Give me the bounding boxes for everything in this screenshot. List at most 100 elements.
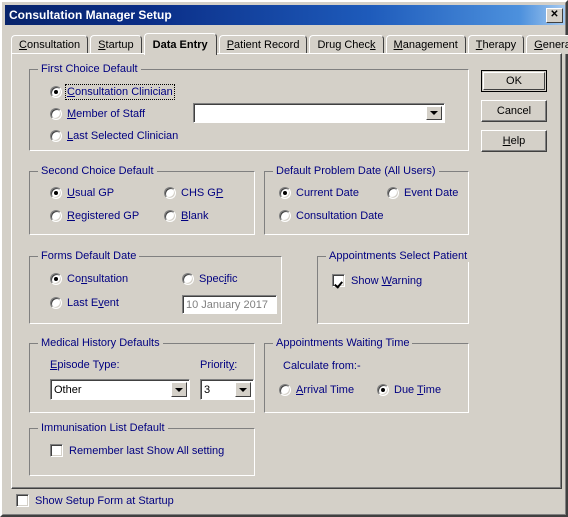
radio-consultation-clinician-label: Consultation Clinician: [65, 84, 175, 100]
checkbox-show-setup-form-label: Show Setup Form at Startup: [35, 494, 174, 507]
radio-consultation-date-label: Consultation Date: [296, 210, 384, 222]
chevron-down-icon[interactable]: [426, 106, 442, 120]
group-appointments-select-patient-title: Appointments Select Patient: [326, 250, 471, 262]
member-of-staff-combo[interactable]: [193, 103, 445, 123]
group-medical-history-defaults: Medical History Defaults Episode Type: O…: [29, 337, 255, 413]
radio-consultation-clinician-dot: [50, 86, 62, 98]
radio-registered-gp-dot: [50, 210, 62, 222]
radio-usual-gp[interactable]: Usual GP: [50, 187, 114, 199]
radio-forms-specific[interactable]: Specific: [182, 273, 238, 285]
radio-current-date-label: Current Date: [296, 187, 359, 199]
radio-arrival-time-dot: [279, 384, 291, 396]
episode-type-label: Episode Type:: [50, 359, 120, 371]
tab-management[interactable]: Management: [385, 35, 466, 54]
group-appointments-select-patient: Appointments Select Patient Show Warning: [317, 250, 471, 324]
radio-last-selected-clinician-dot: [50, 130, 62, 142]
group-medical-history-defaults-title: Medical History Defaults: [38, 337, 163, 349]
tab-startup-accel: S: [98, 39, 106, 51]
checkbox-show-setup-form-at-startup[interactable]: Show Setup Form at Startup: [16, 494, 174, 507]
checkbox-remember-show-all-box: [50, 444, 63, 457]
radio-blank[interactable]: Blank: [164, 210, 209, 222]
radio-member-of-staff-label: Member of Staff: [67, 108, 146, 120]
radio-forms-last-event[interactable]: Last Event: [50, 297, 119, 309]
radio-arrival-time[interactable]: Arrival Time: [279, 384, 354, 396]
group-first-choice-default-title: First Choice Default: [38, 63, 141, 75]
group-forms-default-date: Forms Default Date Consultation Specific…: [29, 250, 282, 324]
cancel-button[interactable]: Cancel: [481, 100, 547, 122]
group-second-choice-default-title: Second Choice Default: [38, 165, 157, 177]
group-immunisation-list-default-title: Immunisation List Default: [38, 422, 168, 434]
radio-registered-gp[interactable]: Registered GP: [50, 210, 139, 222]
radio-due-time-dot: [377, 384, 389, 396]
tab-therapy[interactable]: Therapy: [467, 35, 525, 54]
radio-chs-gp-label: CHS GP: [181, 187, 224, 199]
radio-forms-last-event-dot: [50, 297, 62, 309]
radio-event-date[interactable]: Event Date: [387, 187, 458, 199]
tab-startup[interactable]: Startup: [90, 35, 142, 54]
group-appointments-waiting-time: Appointments Waiting Time Calculate from…: [264, 337, 469, 413]
chevron-down-icon[interactable]: [171, 382, 187, 397]
radio-current-date-dot: [279, 187, 291, 199]
radio-forms-specific-label: Specific: [199, 273, 238, 285]
radio-event-date-label: Event Date: [404, 187, 459, 199]
episode-type-value: Other: [54, 383, 82, 396]
tab-patient-record[interactable]: Patient Record: [218, 35, 308, 54]
tab-management-accel: M: [393, 39, 403, 51]
radio-due-time[interactable]: Due Time: [377, 384, 441, 396]
dialog-window: Consultation Manager Setup ✕ Consultatio…: [0, 0, 568, 517]
window-title: Consultation Manager Setup: [9, 8, 172, 22]
radio-usual-gp-dot: [50, 187, 62, 199]
radio-usual-gp-label: Usual GP: [67, 187, 115, 199]
tab-panel-inner: First Choice Default Consultation Clinic…: [12, 54, 561, 488]
group-default-problem-date-title: Default Problem Date (All Users): [273, 165, 439, 177]
radio-consultation-date-dot: [279, 210, 291, 222]
tab-strip: Consultation Startup Data Entry Patient …: [11, 33, 568, 55]
chevron-down-icon[interactable]: [235, 382, 251, 397]
close-button[interactable]: ✕: [546, 7, 563, 23]
checkbox-remember-show-all[interactable]: Remember last Show All setting: [50, 444, 224, 457]
radio-chs-gp[interactable]: CHS GP: [164, 187, 223, 199]
radio-member-of-staff-dot: [50, 108, 62, 120]
tab-therapy-accel: T: [475, 39, 483, 51]
tab-data-entry[interactable]: Data Entry: [143, 33, 217, 55]
priority-combo[interactable]: 3: [200, 379, 254, 400]
radio-event-date-dot: [387, 187, 399, 199]
specific-date-value: 10 January 2017: [186, 298, 268, 311]
radio-arrival-time-label: Arrival Time: [296, 384, 355, 396]
title-bar[interactable]: Consultation Manager Setup ✕: [5, 5, 565, 25]
group-appointments-waiting-time-title: Appointments Waiting Time: [273, 337, 413, 349]
episode-type-combo[interactable]: Other: [50, 379, 190, 400]
ok-button[interactable]: OK: [481, 70, 547, 92]
tab-patient-record-accel: P: [226, 39, 235, 51]
radio-forms-last-event-label: Last Event: [67, 297, 119, 309]
radio-chs-gp-dot: [164, 187, 176, 199]
group-first-choice-default: First Choice Default Consultation Clinic…: [29, 63, 469, 151]
radio-consultation-clinician[interactable]: Consultation Clinician: [50, 84, 175, 100]
close-icon: ✕: [550, 9, 559, 20]
checkbox-remember-show-all-label: Remember last Show All setting: [69, 444, 225, 457]
radio-forms-consultation[interactable]: Consultation: [50, 273, 128, 285]
checkbox-show-warning[interactable]: Show Warning: [332, 274, 422, 287]
help-button-label: Help: [502, 135, 526, 147]
checkbox-show-setup-form-box: [16, 494, 29, 507]
group-forms-default-date-title: Forms Default Date: [38, 250, 140, 262]
radio-current-date[interactable]: Current Date: [279, 187, 359, 199]
priority-value: 3: [204, 383, 211, 396]
tab-general[interactable]: General: [526, 35, 568, 54]
group-default-problem-date: Default Problem Date (All Users) Current…: [264, 165, 469, 235]
radio-member-of-staff[interactable]: Member of Staff: [50, 108, 145, 120]
group-second-choice-default: Second Choice Default Usual GP CHS GP Re…: [29, 165, 255, 235]
tab-consultation[interactable]: Consultation: [11, 35, 89, 54]
help-button[interactable]: Help: [481, 130, 547, 152]
tab-drug-check[interactable]: Drug Check: [309, 35, 384, 54]
calculate-from-label: Calculate from:-: [283, 360, 361, 372]
title-buttons: ✕: [546, 7, 563, 23]
specific-date-field[interactable]: 10 January 2017: [182, 295, 277, 314]
checkbox-show-warning-label: Show Warning: [351, 274, 423, 287]
radio-last-selected-clinician[interactable]: Last Selected Clinician: [50, 130, 178, 142]
tab-data-entry-label: Data Entry: [152, 38, 208, 51]
radio-forms-consultation-label: Consultation: [67, 273, 129, 285]
radio-consultation-date[interactable]: Consultation Date: [279, 210, 383, 222]
tab-panel-data-entry: First Choice Default Consultation Clinic…: [11, 53, 562, 489]
priority-label: Priority:: [200, 359, 238, 371]
